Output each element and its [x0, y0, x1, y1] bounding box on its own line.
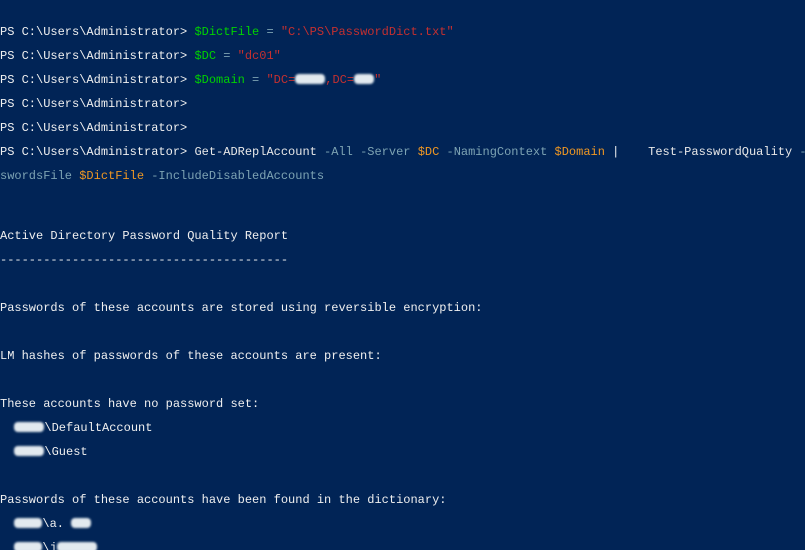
param: -WeakPas — [792, 145, 805, 159]
redacted-text — [14, 446, 44, 456]
ps-prompt: PS C:\Users\Administrator> — [0, 73, 194, 87]
history-line: PS C:\Users\Administrator> $DictFile = "… — [0, 26, 805, 38]
ps-prompt: PS C:\Users\Administrator> — [0, 121, 194, 135]
string-literal: "dc01" — [238, 49, 281, 63]
variable: $DictFile — [194, 25, 259, 39]
account-row: \Guest — [0, 446, 805, 458]
operator: = — [245, 73, 267, 87]
param: -All -Server — [317, 145, 418, 159]
blank-line — [0, 278, 805, 290]
blank-line — [0, 326, 805, 338]
blank-line — [0, 374, 805, 386]
history-line: PS C:\Users\Administrator> $Domain = "DC… — [0, 74, 805, 86]
variable-ref: $DC — [418, 145, 440, 159]
redacted-text — [14, 542, 42, 550]
section-no-password: These accounts have no password set: — [0, 398, 805, 410]
redacted-text — [14, 422, 44, 432]
redacted-text — [57, 542, 97, 550]
variable: $DC — [194, 49, 216, 63]
history-line: PS C:\Users\Administrator> Get-ADReplAcc… — [0, 146, 805, 158]
history-line: PS C:\Users\Administrator> — [0, 98, 805, 110]
account-row: \a. — [0, 518, 805, 530]
account-row: \DefaultAccount — [0, 422, 805, 434]
powershell-console[interactable]: PS C:\Users\Administrator> $DictFile = "… — [0, 0, 805, 550]
param: -NamingContext — [439, 145, 554, 159]
report-separator: ---------------------------------------- — [0, 254, 805, 266]
command: Get-ADReplAccount — [194, 145, 316, 159]
variable-ref: $DictFile — [79, 169, 144, 183]
variable: $Domain — [194, 73, 244, 87]
string-literal: "DC= — [266, 73, 295, 87]
string-literal: "C:\PS\PasswordDict.txt" — [281, 25, 454, 39]
ps-prompt: PS C:\Users\Administrator> — [0, 97, 194, 111]
history-continuation: swordsFile $DictFile -IncludeDisabledAcc… — [0, 170, 805, 182]
param: -IncludeDisabledAccounts — [144, 169, 324, 183]
ps-prompt: PS C:\Users\Administrator> — [0, 145, 194, 159]
redacted-text — [295, 74, 325, 84]
account-name: Guest — [52, 445, 88, 459]
account-prefix: \a. — [42, 517, 64, 531]
ps-prompt: PS C:\Users\Administrator> — [0, 25, 194, 39]
param: swordsFile — [0, 169, 79, 183]
account-prefix: \j — [42, 541, 56, 550]
account-row: \j — [0, 542, 805, 550]
ps-prompt: PS C:\Users\Administrator> — [0, 49, 194, 63]
section-dictionary: Passwords of these accounts have been fo… — [0, 494, 805, 506]
redacted-text — [354, 74, 374, 84]
variable-ref: $Domain — [555, 145, 605, 159]
report-title: Active Directory Password Quality Report — [0, 230, 805, 242]
blank-line — [0, 194, 805, 206]
string-literal: " — [374, 73, 381, 87]
command: Test-PasswordQuality — [648, 145, 792, 159]
operator: = — [216, 49, 238, 63]
string-literal: ,DC= — [325, 73, 354, 87]
blank-line — [0, 470, 805, 482]
section-lm-hashes: LM hashes of passwords of these accounts… — [0, 350, 805, 362]
redacted-text — [14, 518, 42, 528]
redacted-text — [71, 518, 91, 528]
operator: = — [259, 25, 281, 39]
pipe: | — [605, 145, 648, 159]
account-name: DefaultAccount — [52, 421, 153, 435]
section-reversible: Passwords of these accounts are stored u… — [0, 302, 805, 314]
history-line: PS C:\Users\Administrator> $DC = "dc01" — [0, 50, 805, 62]
history-line: PS C:\Users\Administrator> — [0, 122, 805, 134]
